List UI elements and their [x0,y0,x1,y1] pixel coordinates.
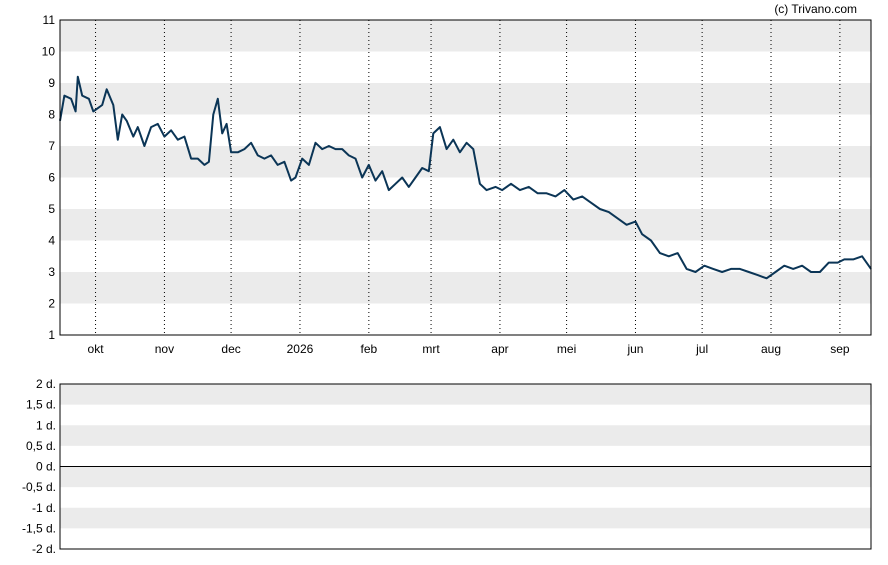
y-tick-label: 1 d. [36,418,56,432]
x-tick-label: mrt [422,342,440,356]
main-chart: 1 2 3 4 5 6 7 8 9 10 11 okt nov dec 2026 feb mrt apr mei j… [42,13,872,356]
grid-band [60,272,871,304]
y-tick-label: 4 [48,234,55,248]
x-tick-label: apr [491,342,508,356]
y-tick-label: 6 [48,171,55,185]
y-tick-label: -1 d. [32,501,56,515]
y-tick-label: 5 [48,202,55,216]
y-tick-label: 11 [43,13,56,27]
y-tick-label: 0,5 d. [26,439,56,453]
x-tick-label: dec [221,342,240,356]
y-tick-label: 3 [48,265,55,279]
x-tick-label: jul [695,342,708,356]
y-tick-label: -2 d. [32,542,56,556]
grid-band [60,466,871,488]
x-tick-label: feb [361,342,378,356]
main-y-tick-labels: 1 2 3 4 5 6 7 8 9 10 11 [42,13,56,342]
y-tick-label: 9 [48,76,55,90]
x-tick-label: 2026 [287,342,314,356]
x-tick-label: nov [155,342,174,356]
y-tick-label: 2 [48,297,55,311]
y-tick-label: 1 [48,328,55,342]
x-tick-label: jun [626,342,643,356]
y-tick-label: 8 [48,108,55,122]
x-tick-label: okt [88,342,105,356]
x-tick-label: sep [830,342,850,356]
credit-text: (c) Trivano.com [774,2,857,16]
main-x-tick-labels: okt nov dec 2026 feb mrt apr mei jun jul aug sep [88,342,850,356]
grid-band [60,384,871,405]
x-tick-label: mei [557,342,576,356]
y-tick-label: 10 [42,45,56,59]
y-tick-label: 2 d. [36,377,56,391]
grid-band [60,425,871,446]
grid-band [60,146,871,178]
y-tick-label: 1,5 d. [26,398,56,412]
sub-bands [60,384,871,529]
grid-band [60,83,871,115]
sub-y-tick-labels: 2 d. 1,5 d. 1 d. 0,5 d. 0 d. -0,5 d. -1 d. -1,5… [22,377,56,556]
chart-root: (c) Trivano.com 1 2 3 4 5 6 7 8 9 10 11 okt nov dec 2… [22,2,872,556]
main-bands [60,20,871,304]
sub-chart: 2 d. 1,5 d. 1 d. 0,5 d. 0 d. -0,5 d. -1 d. -1,5… [22,377,872,556]
y-tick-label: 0 d. [36,460,56,474]
y-tick-label: -1,5 d. [22,521,56,535]
y-tick-label: -0,5 d. [22,480,56,494]
grid-band [60,20,871,52]
grid-band [60,209,871,241]
x-tick-label: aug [761,342,781,356]
grid-band [60,507,871,529]
y-tick-label: 7 [48,139,55,153]
